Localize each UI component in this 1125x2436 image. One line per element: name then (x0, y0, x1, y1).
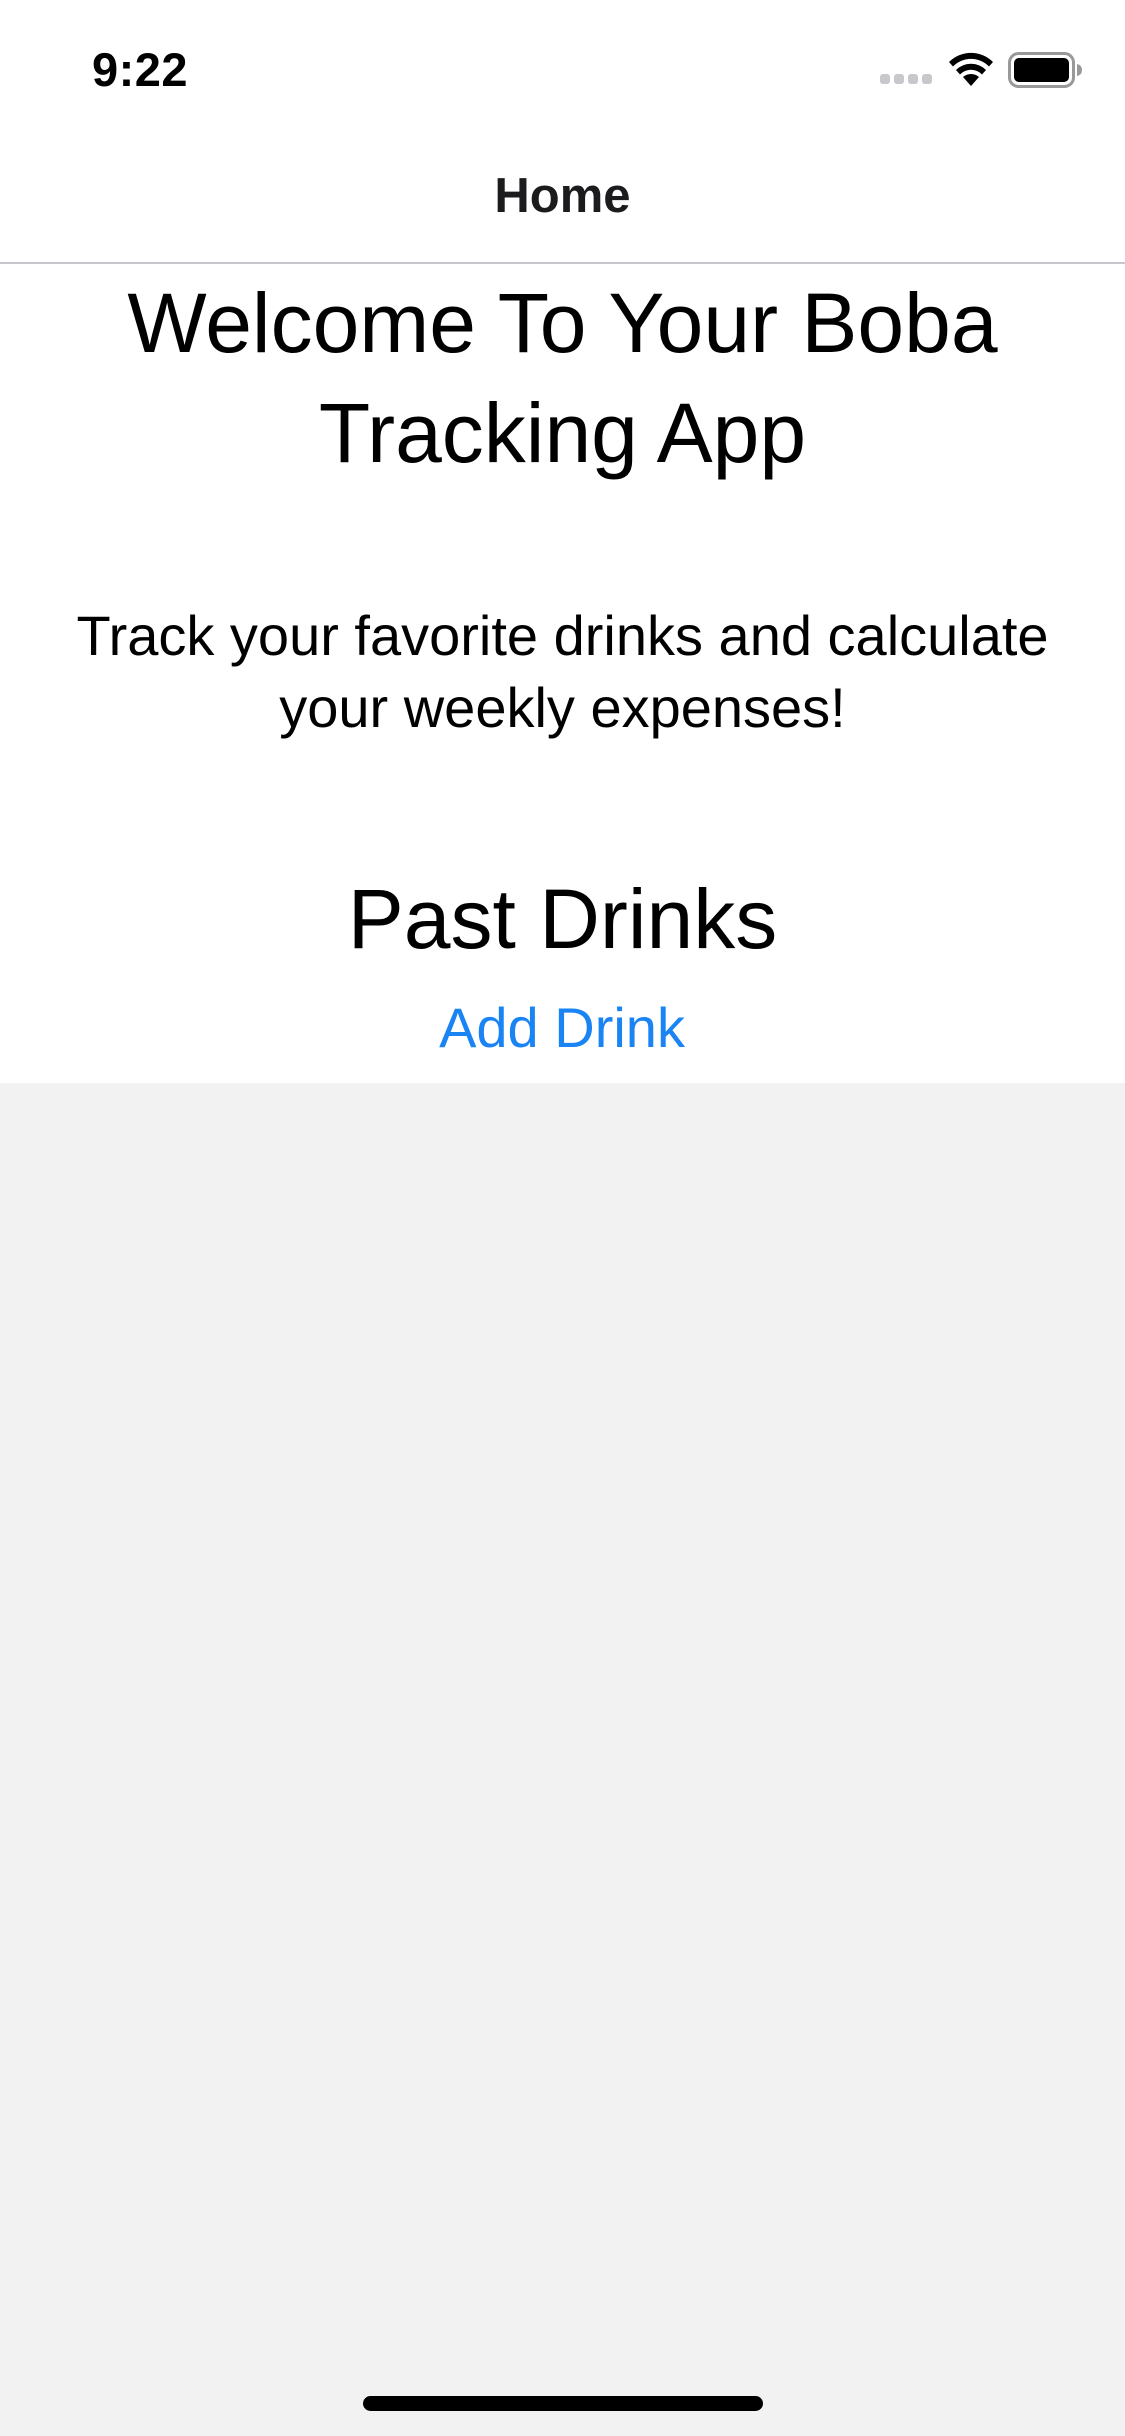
navigation-bar: Home (0, 132, 1125, 264)
past-drinks-heading: Past Drinks (347, 872, 778, 966)
status-bar: 9:22 (0, 0, 1125, 132)
home-indicator[interactable] (363, 2396, 763, 2411)
welcome-title: Welcome To Your Boba Tracking App (127, 276, 998, 480)
add-drink-button[interactable]: Add Drink (412, 992, 712, 1064)
subtitle-text: Track your favorite drinks and calculate… (76, 604, 1049, 739)
status-time: 9:22 (92, 43, 189, 96)
battery-icon (1008, 52, 1084, 88)
signal-icon (880, 74, 934, 88)
wifi-icon (948, 50, 994, 86)
nav-title: Home (494, 169, 631, 223)
